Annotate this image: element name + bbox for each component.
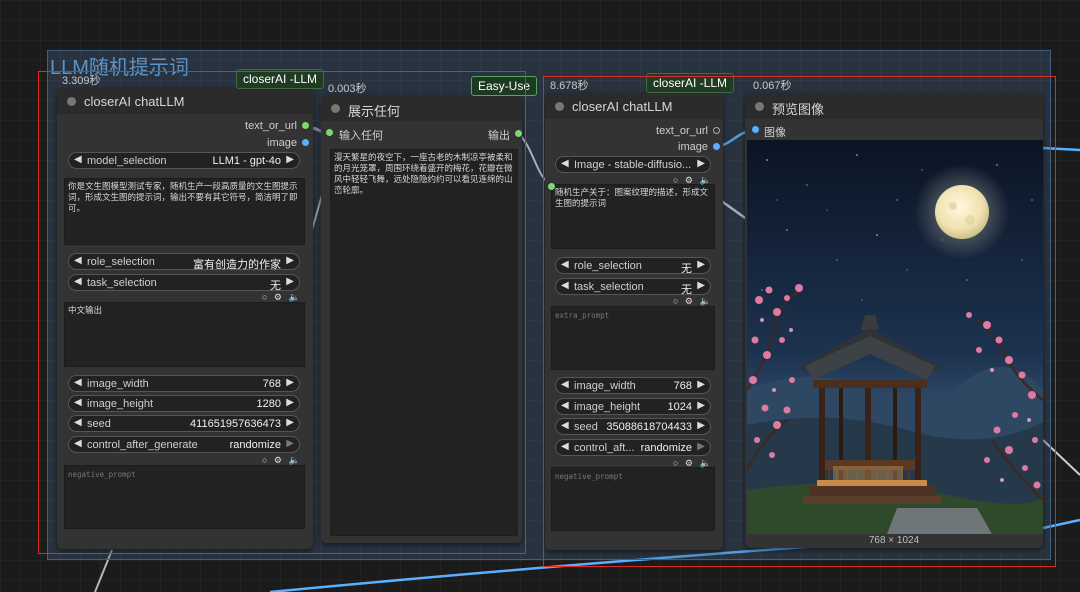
arrow-right-icon[interactable]: ▶	[286, 276, 294, 287]
arrow-right-icon[interactable]: ▶	[286, 255, 294, 266]
arrow-right-icon[interactable]: ▶	[286, 377, 294, 388]
negative-prompt-textarea[interactable]: negative_prompt	[64, 465, 305, 529]
input-slot-prompt[interactable]	[548, 183, 555, 190]
output-slot[interactable]	[515, 130, 522, 137]
input-slot-anything[interactable]	[326, 129, 333, 136]
node-title: closerAI chatLLM	[572, 99, 673, 114]
node-timing: 8.678秒	[550, 80, 589, 92]
output-label-image: image	[678, 141, 708, 153]
textarea-tools[interactable]: ○ ⚙ 🔈	[262, 292, 302, 303]
arrow-right-icon[interactable]: ▶	[697, 259, 705, 270]
display-text[interactable]: 漫天繁星的夜空下，一座古老的木制凉亭被柔和的月光笼罩，周围环绕着盛开的梅花，花瓣…	[330, 149, 518, 536]
arrow-left-icon[interactable]: ◀	[561, 280, 569, 291]
arrow-left-icon[interactable]: ◀	[561, 379, 569, 390]
node-timing: 0.003秒	[328, 83, 367, 95]
prompt-textarea[interactable]: 你是文生图模型测试专家，随机生产一段高质量的文生图提示词，形成文生图的提示词，输…	[64, 178, 305, 245]
node-tag: closerAI -LLM	[646, 73, 735, 93]
textarea-tools[interactable]: ○ ⚙ 🔈	[673, 458, 713, 469]
role-selection-combo[interactable]: ◀ role_selection 无 ▶	[555, 257, 711, 275]
prompt-textarea[interactable]: 随机生产关于：图案纹理的描述，形成文生图的提示词	[551, 184, 715, 249]
task-selection-combo[interactable]: ◀ task_selection 无 ▶	[68, 274, 300, 292]
output-slot-image[interactable]	[302, 139, 309, 146]
negative-prompt-textarea[interactable]: negative_prompt	[551, 467, 715, 531]
arrow-left-icon[interactable]: ◀	[74, 397, 82, 408]
node-tag: closerAI -LLM	[236, 69, 325, 89]
control-after-generate-combo[interactable]: ◀ control_after_generate randomize ▶	[68, 436, 300, 453]
collapse-dot[interactable]	[331, 104, 340, 113]
model-selection-combo[interactable]: ◀ Image - stable-diffusio... ▶	[555, 156, 711, 173]
arrow-left-icon[interactable]: ◀	[561, 441, 569, 452]
output-slot-text-or-url[interactable]	[302, 122, 309, 129]
output-slot-text-or-url[interactable]	[713, 127, 720, 134]
arrow-right-icon[interactable]: ▶	[286, 438, 294, 449]
arrow-right-icon[interactable]: ▶	[286, 154, 294, 165]
task-selection-combo[interactable]: ◀ task_selection 无 ▶	[555, 278, 711, 296]
seed-input[interactable]: ◀ seed 411651957636473 ▶	[68, 415, 300, 432]
arrow-right-icon[interactable]: ▶	[697, 280, 705, 291]
arrow-left-icon[interactable]: ◀	[74, 276, 82, 287]
image-height-input[interactable]: ◀ image_height 1280 ▶	[68, 395, 300, 412]
output-label-image: image	[267, 137, 297, 149]
node-title: closerAI chatLLM	[84, 94, 185, 109]
extra-prompt-textarea[interactable]: extra_prompt	[551, 306, 715, 370]
image-height-input[interactable]: ◀ image_height 1024 ▶	[555, 398, 711, 415]
arrow-left-icon[interactable]: ◀	[74, 377, 82, 388]
collapse-dot[interactable]	[67, 97, 76, 106]
extra-prompt-textarea[interactable]: 中文输出	[64, 302, 305, 367]
arrow-left-icon[interactable]: ◀	[561, 259, 569, 270]
node-title: 展示任何	[348, 104, 401, 119]
image-size-label: 768 × 1024	[868, 535, 920, 546]
node-header[interactable]: closerAI chatLLM	[57, 88, 313, 114]
collapse-dot[interactable]	[755, 102, 764, 111]
arrow-left-icon[interactable]: ◀	[561, 420, 569, 431]
arrow-right-icon[interactable]: ▶	[697, 441, 705, 452]
textarea-tools[interactable]: ○ ⚙ 🔈	[673, 175, 713, 186]
arrow-left-icon[interactable]: ◀	[561, 158, 569, 169]
node-header[interactable]: 预览图像	[745, 93, 1043, 119]
arrow-left-icon[interactable]: ◀	[561, 400, 569, 411]
role-selection-combo[interactable]: ◀ role_selection 富有创造力的作家 ▶	[68, 253, 300, 271]
preview-image[interactable]	[747, 140, 1043, 534]
node-header[interactable]: closerAI chatLLM	[545, 93, 723, 119]
arrow-left-icon[interactable]: ◀	[74, 154, 82, 165]
arrow-right-icon[interactable]: ▶	[286, 417, 294, 428]
input-label-image: 图像	[764, 127, 786, 139]
arrow-right-icon[interactable]: ▶	[697, 420, 705, 431]
collapse-dot[interactable]	[555, 102, 564, 111]
moonlit-pavilion-image	[747, 140, 1043, 534]
node-timing: 0.067秒	[753, 80, 792, 92]
image-width-input[interactable]: ◀ image_width 768 ▶	[68, 375, 300, 392]
image-width-input[interactable]: ◀ image_width 768 ▶	[555, 377, 711, 394]
textarea-tools[interactable]: ○ ⚙ 🔈	[673, 296, 713, 307]
node-tag: Easy-Use	[471, 76, 538, 96]
node-timing: 3.309秒	[62, 75, 101, 87]
control-after-generate-combo[interactable]: ◀ control_aft... randomize ▶	[555, 439, 711, 456]
arrow-right-icon[interactable]: ▶	[697, 379, 705, 390]
node-header[interactable]: 展示任何	[321, 95, 522, 121]
output-slot-image[interactable]	[713, 143, 720, 150]
arrow-left-icon[interactable]: ◀	[74, 255, 82, 266]
input-slot-image[interactable]	[752, 126, 759, 133]
node-title: 预览图像	[772, 102, 825, 117]
arrow-right-icon[interactable]: ▶	[286, 397, 294, 408]
output-label: 输出	[488, 130, 510, 142]
arrow-left-icon[interactable]: ◀	[74, 438, 82, 449]
seed-input[interactable]: ◀ seed 35088618704433 ▶	[555, 418, 711, 435]
arrow-left-icon[interactable]: ◀	[74, 417, 82, 428]
arrow-right-icon[interactable]: ▶	[697, 158, 705, 169]
output-label-text-or-url: text_or_url	[656, 125, 708, 137]
output-label-text-or-url: text_or_url	[245, 120, 297, 132]
arrow-right-icon[interactable]: ▶	[697, 400, 705, 411]
textarea-tools[interactable]: ○ ⚙ 🔈	[262, 455, 302, 466]
input-label-anything: 输入任何	[339, 130, 383, 142]
model-selection-combo[interactable]: ◀ model_selection LLM1 - gpt-4o ▶	[68, 152, 300, 169]
